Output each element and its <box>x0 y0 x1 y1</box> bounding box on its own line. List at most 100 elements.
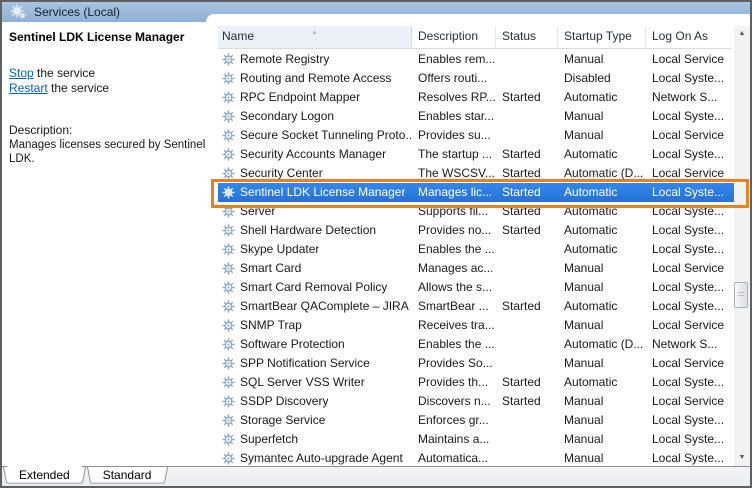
table-row[interactable]: Smart Card Removal Policy Allows the s..… <box>218 278 734 297</box>
gear-icon <box>222 53 235 66</box>
column-header-name[interactable]: ▲ Name <box>218 26 412 48</box>
stop-service-link[interactable]: Stop <box>9 66 34 80</box>
service-status <box>496 335 558 354</box>
service-name: Secure Socket Tunneling Proto... <box>240 126 412 145</box>
table-row[interactable]: RPC Endpoint Mapper Resolves RP... Start… <box>218 88 734 107</box>
gear-icon <box>222 357 235 370</box>
list-header: ▲ Name Description Status Startup Type L… <box>218 26 731 49</box>
column-header-status[interactable]: Status <box>496 26 558 48</box>
gear-icon <box>222 338 235 351</box>
table-row[interactable]: Software Protection Enables the ... Auto… <box>218 335 734 354</box>
service-startup-type: Manual <box>558 259 646 278</box>
table-row[interactable]: Remote Registry Enables rem... Manual Lo… <box>218 50 734 69</box>
gear-icon <box>222 281 235 294</box>
service-description: SmartBear ... <box>412 297 496 316</box>
table-row[interactable]: Secure Socket Tunneling Proto... Provide… <box>218 126 734 145</box>
table-row[interactable]: Security Center The WSCSV... Started Aut… <box>218 164 734 183</box>
column-header-log-on-as[interactable]: Log On As <box>646 26 731 48</box>
service-description: Provides no... <box>412 221 496 240</box>
table-row[interactable]: Routing and Remote Access Offers routi..… <box>218 69 734 88</box>
service-startup-type: Automatic <box>558 240 646 259</box>
column-header-startup-type[interactable]: Startup Type <box>558 26 646 48</box>
service-status <box>496 430 558 449</box>
table-row[interactable]: Smart Card Manages ac... Manual Local Se… <box>218 259 734 278</box>
table-row[interactable]: Security Accounts Manager The startup ..… <box>218 145 734 164</box>
service-startup-type: Manual <box>558 126 646 145</box>
table-row[interactable]: Skype Updater Enables the ... Automatic … <box>218 240 734 259</box>
service-status: Started <box>496 297 558 316</box>
table-row[interactable]: Storage Service Enforces gr... Manual Lo… <box>218 411 734 430</box>
table-row[interactable]: SQL Server VSS Writer Provides th... Sta… <box>218 373 734 392</box>
service-status <box>496 126 558 145</box>
service-log-on-as: Local Syste... <box>646 411 734 430</box>
table-row[interactable]: Server Supports fil... Started Automatic… <box>218 202 734 221</box>
service-log-on-as: Local Service <box>646 316 734 335</box>
service-description: Supports fil... <box>412 202 496 221</box>
gear-icon <box>222 205 235 218</box>
service-log-on-as: Local Syste... <box>646 202 734 221</box>
stop-service-suffix: the service <box>34 66 95 80</box>
view-tabstrip: Extended Standard <box>2 466 750 487</box>
service-status <box>496 411 558 430</box>
service-status <box>496 69 558 88</box>
scroll-up-icon[interactable]: ▲ <box>734 26 750 42</box>
description-label: Description: <box>9 123 72 137</box>
tab-extended[interactable]: Extended <box>3 467 86 485</box>
table-row[interactable]: Secondary Logon Enables star... Manual L… <box>218 107 734 126</box>
gear-icon <box>222 433 235 446</box>
gear-icon <box>222 91 235 104</box>
column-header-description[interactable]: Description <box>412 26 496 48</box>
vertical-scrollbar[interactable]: ▲ ▼ <box>734 26 750 466</box>
service-name: Storage Service <box>240 411 325 430</box>
service-log-on-as: Local Service <box>646 354 734 373</box>
service-log-on-as: Local Service <box>646 259 734 278</box>
service-startup-type: Automatic (D... <box>558 164 646 183</box>
tab-standard[interactable]: Standard <box>87 467 168 485</box>
service-log-on-as: Local Service <box>646 50 734 69</box>
service-name: Server <box>240 202 275 221</box>
table-row[interactable]: SSDP Discovery Discovers n... Started Ma… <box>218 392 734 411</box>
service-name: Security Center <box>240 164 323 183</box>
service-startup-type: Automatic <box>558 221 646 240</box>
service-startup-type: Automatic <box>558 183 646 202</box>
table-row[interactable]: Sentinel LDK License Manager Manages lic… <box>218 183 734 202</box>
services-gears-icon <box>10 4 26 20</box>
service-startup-type: Automatic <box>558 297 646 316</box>
restart-service-link[interactable]: Restart <box>9 81 48 95</box>
table-row[interactable]: Superfetch Maintains a... Manual Local S… <box>218 430 734 449</box>
table-row[interactable]: Shell Hardware Detection Provides no... … <box>218 221 734 240</box>
scrollbar-thumb[interactable] <box>734 282 748 308</box>
description-text: Manages licenses secured by Sentinel LDK… <box>9 138 211 166</box>
gear-icon <box>222 224 235 237</box>
service-startup-type: Automatic <box>558 373 646 392</box>
gear-icon <box>222 72 235 85</box>
service-description: Enables star... <box>412 107 496 126</box>
service-startup-type: Manual <box>558 354 646 373</box>
services-window: Services (Local) Sentinel LDK License Ma… <box>0 0 752 488</box>
service-description: Provides th... <box>412 373 496 392</box>
extended-info-pane: Sentinel LDK License Manager Stop the se… <box>2 22 206 466</box>
service-startup-type: Automatic <box>558 145 646 164</box>
gear-icon <box>222 129 235 142</box>
service-description: Offers routi... <box>412 69 496 88</box>
table-row[interactable]: SNMP Trap Receives tra... Manual Local S… <box>218 316 734 335</box>
table-row[interactable]: SPP Notification Service Provides So... … <box>218 354 734 373</box>
gear-icon <box>222 110 235 123</box>
selected-service-title: Sentinel LDK License Manager <box>9 30 184 44</box>
service-status: Started <box>496 164 558 183</box>
service-name: Superfetch <box>240 430 298 449</box>
service-startup-type: Manual <box>558 50 646 69</box>
gear-icon <box>222 148 235 161</box>
service-name: Routing and Remote Access <box>240 69 391 88</box>
service-description: Enforces gr... <box>412 411 496 430</box>
service-description: The startup ... <box>412 145 496 164</box>
service-status <box>496 316 558 335</box>
service-status: Started <box>496 221 558 240</box>
service-startup-type: Manual <box>558 411 646 430</box>
service-startup-type: Manual <box>558 316 646 335</box>
scroll-down-icon[interactable]: ▼ <box>734 450 750 466</box>
gear-icon <box>222 186 235 199</box>
service-status: Started <box>496 373 558 392</box>
table-row[interactable]: SmartBear QAComplete – JIRA ... SmartBea… <box>218 297 734 316</box>
service-status <box>496 50 558 69</box>
